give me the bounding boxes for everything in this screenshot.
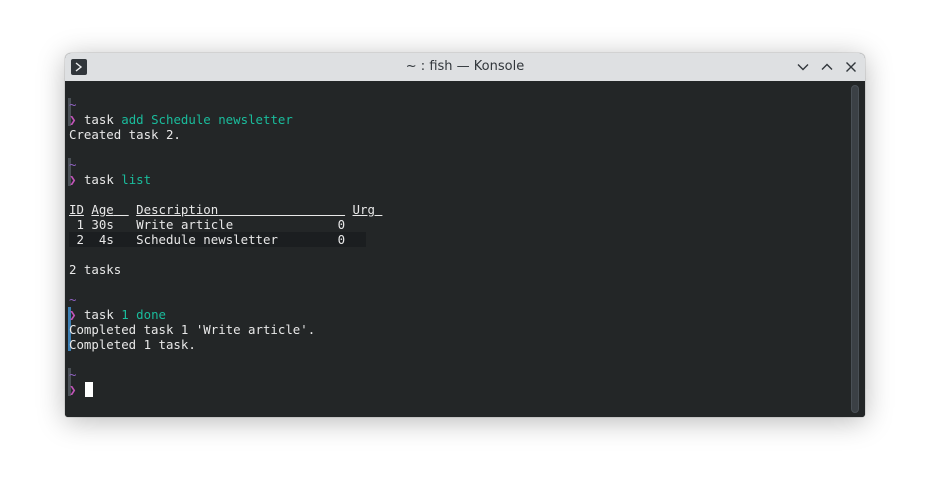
- command-line: ❯ task 1 done: [69, 307, 167, 322]
- output-line: Completed 1 task.: [69, 337, 196, 352]
- table-summary: 2 tasks: [69, 262, 122, 277]
- prompt-symbol: ❯: [69, 382, 77, 397]
- output-line: Completed task 1 'Write article'.: [69, 322, 316, 337]
- table-row: 1 30s Write article 0: [76, 217, 346, 232]
- close-icon: [846, 62, 856, 72]
- title-bar[interactable]: ~ : fish — Konsole: [65, 53, 865, 82]
- chevron-up-icon: [821, 63, 833, 70]
- command-line: ❯ task add Schedule newsletter: [69, 112, 293, 127]
- table-header: ID Age Description Urg: [69, 202, 375, 217]
- command-line: ❯ task list: [69, 172, 152, 187]
- prompt-symbol: ❯: [69, 172, 77, 187]
- prompt-symbol: ❯: [69, 112, 77, 127]
- current-prompt-line[interactable]: ❯: [69, 382, 76, 397]
- prompt-line: ~: [69, 292, 77, 307]
- table-row: 2 4s Schedule newsletter 0: [76, 232, 346, 247]
- text-cursor: [85, 382, 93, 397]
- prompt-line: ~: [69, 97, 77, 112]
- konsole-window: ~ : fish — Konsole ~ ❯ task add Schedule…: [65, 53, 865, 417]
- prompt-line: ~: [69, 367, 77, 382]
- chevron-down-icon: [797, 64, 809, 71]
- vertical-scrollbar[interactable]: [851, 85, 859, 413]
- terminal-area[interactable]: ~ ❯ task add Schedule newsletter Created…: [65, 81, 865, 417]
- window-title: ~ : fish — Konsole: [405, 59, 525, 74]
- output-line: Created task 2.: [69, 127, 181, 142]
- minimize-button[interactable]: [794, 58, 812, 76]
- prompt-line: ~: [69, 157, 77, 172]
- maximize-button[interactable]: [818, 58, 836, 76]
- close-button[interactable]: [842, 58, 860, 76]
- prompt-symbol: ❯: [69, 307, 77, 322]
